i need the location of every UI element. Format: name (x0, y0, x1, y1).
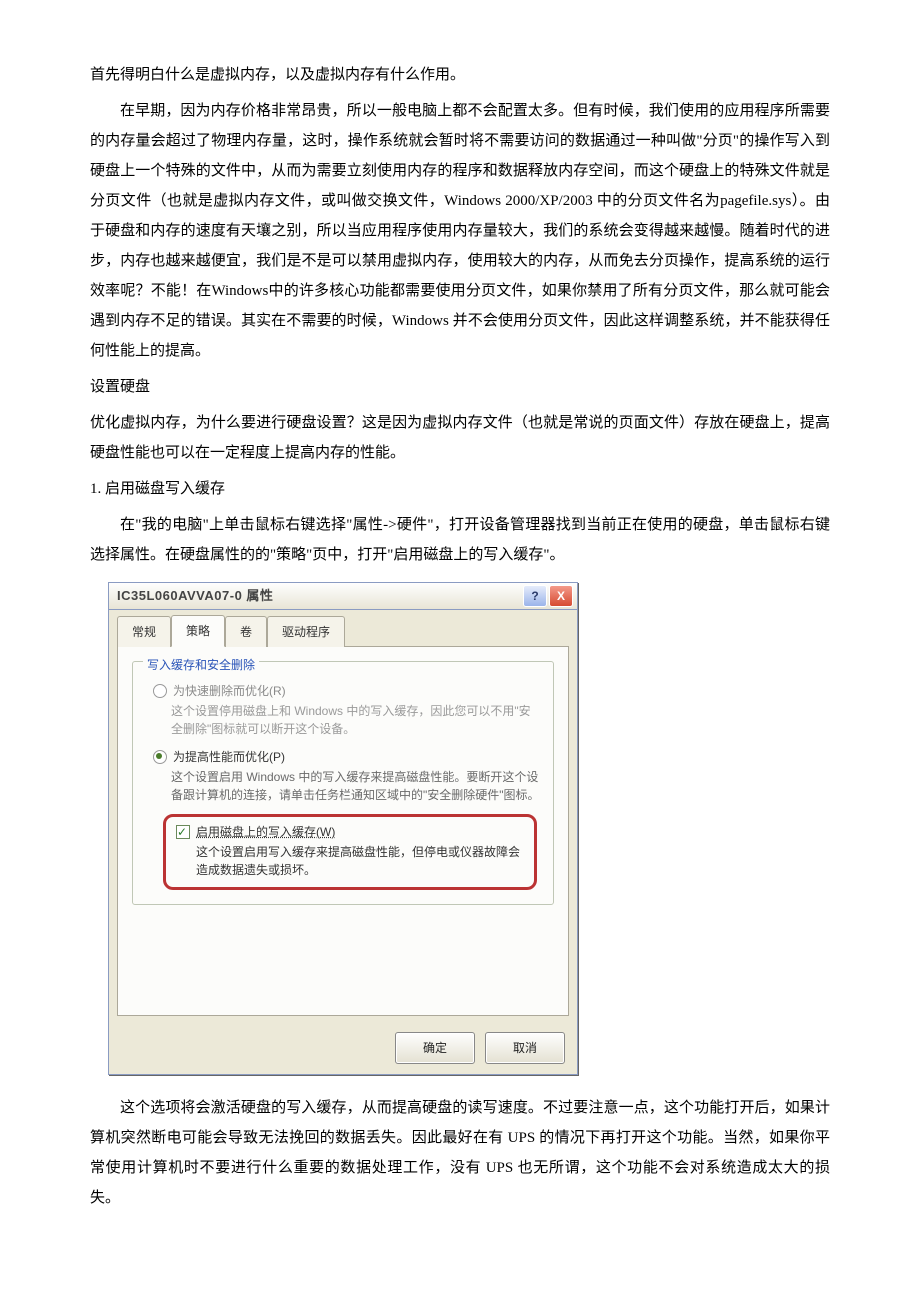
tab-driver[interactable]: 驱动程序 (267, 616, 345, 647)
radio-desc-removal: 这个设置停用磁盘上和 Windows 中的写入缓存，因此您可以不用"安全删除"图… (171, 702, 541, 738)
radio-desc-performance: 这个设置启用 Windows 中的写入缓存来提高磁盘性能。要断开这个设备跟计算机… (171, 768, 541, 804)
checkbox-label: 启用磁盘上的写入缓存(W) (196, 823, 335, 841)
properties-dialog-screenshot: IC35L060AVVA07-0 属性 ? X 常规 策略 卷 驱动程序 写入缓… (108, 582, 578, 1075)
checkbox-desc: 这个设置启用写入缓存来提高磁盘性能，但停电或仪器故障会造成数据遗失或损坏。 (196, 843, 524, 879)
radio-icon-checked (153, 750, 167, 764)
highlight-red-box: 启用磁盘上的写入缓存(W) 这个设置启用写入缓存来提高磁盘性能，但停电或仪器故障… (163, 814, 537, 890)
radio-label-performance: 为提高性能而优化(P) (173, 748, 285, 766)
group-title: 写入缓存和安全删除 (143, 653, 259, 677)
section-disk-p1: 优化虚拟内存，为什么要进行硬盘设置？这是因为虚拟内存文件（也就是常说的页面文件）… (90, 408, 830, 468)
tab-general[interactable]: 常规 (117, 616, 171, 647)
section-disk-p2: 在"我的电脑"上单击鼠标右键选择"属性->硬件"，打开设备管理器找到当前正在使用… (90, 510, 830, 570)
ok-button[interactable]: 确定 (395, 1032, 475, 1064)
help-icon[interactable]: ? (523, 585, 547, 607)
radio-label-removal: 为快速删除而优化(R) (173, 682, 286, 700)
tab-policy[interactable]: 策略 (171, 615, 225, 647)
dialog-button-bar: 确定 取消 (109, 1024, 577, 1074)
dialog-window: IC35L060AVVA07-0 属性 ? X 常规 策略 卷 驱动程序 写入缓… (108, 582, 578, 1075)
radio-icon (153, 684, 167, 698)
radio-optimize-removal[interactable]: 为快速删除而优化(R) (153, 682, 541, 700)
tab-body: 写入缓存和安全删除 为快速删除而优化(R) 这个设置停用磁盘上和 Windows… (117, 646, 569, 1016)
dialog-title: IC35L060AVVA07-0 属性 (117, 583, 521, 609)
cancel-button[interactable]: 取消 (485, 1032, 565, 1064)
close-icon[interactable]: X (549, 585, 573, 607)
tab-volume[interactable]: 卷 (225, 616, 267, 647)
checkbox-icon (176, 825, 190, 839)
intro-paragraph: 在早期，因为内存价格非常昂贵，所以一般电脑上都不会配置太多。但有时候，我们使用的… (90, 96, 830, 366)
dialog-titlebar: IC35L060AVVA07-0 属性 ? X (109, 583, 577, 610)
after-paragraph: 这个选项将会激活硬盘的写入缓存，从而提高硬盘的读写速度。不过要注意一点，这个功能… (90, 1093, 830, 1213)
group-cache-safety: 写入缓存和安全删除 为快速删除而优化(R) 这个设置停用磁盘上和 Windows… (132, 661, 554, 905)
subheading-enable-cache: 1. 启用磁盘写入缓存 (90, 474, 830, 504)
intro-line1: 首先得明白什么是虚拟内存，以及虚拟内存有什么作用。 (90, 60, 830, 90)
radio-optimize-performance[interactable]: 为提高性能而优化(P) (153, 748, 541, 766)
section-heading-disk: 设置硬盘 (90, 372, 830, 402)
tab-strip: 常规 策略 卷 驱动程序 (109, 610, 577, 646)
checkbox-enable-write-cache[interactable]: 启用磁盘上的写入缓存(W) (176, 823, 524, 841)
